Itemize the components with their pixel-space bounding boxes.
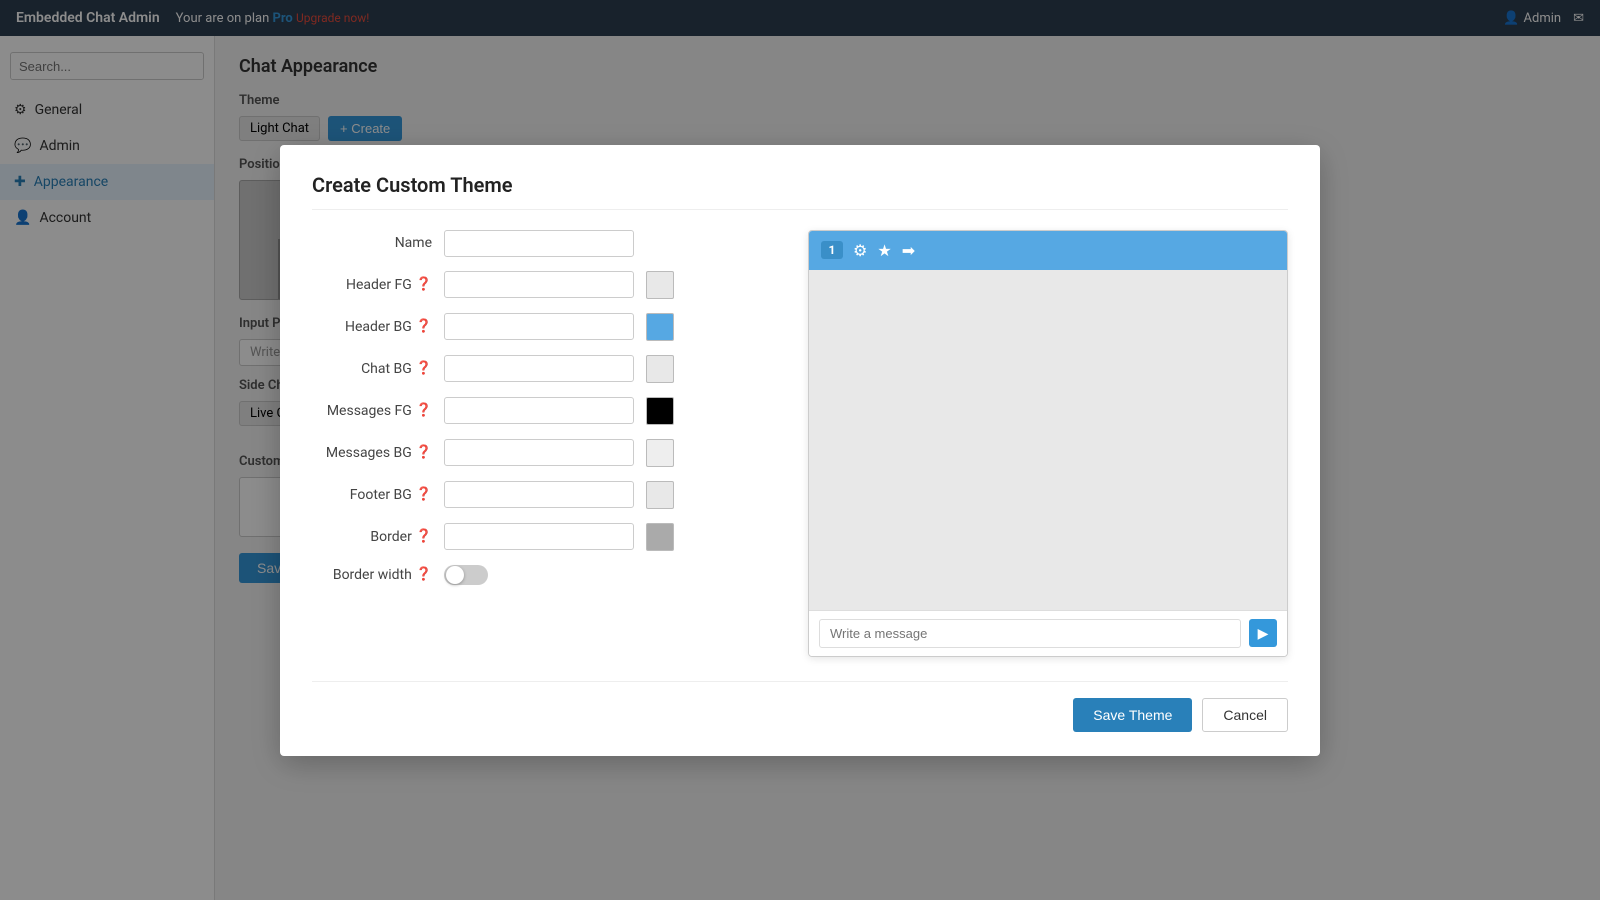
header-bg-help-icon[interactable]: ❓	[416, 319, 432, 334]
form-row-messages-fg: Messages FG ❓ #000000	[312, 397, 776, 425]
header-bg-input[interactable]: #56a8e3	[444, 313, 634, 340]
chat-bg-input[interactable]: #e8e8e8	[444, 355, 634, 382]
footer-bg-label: Footer BG ❓	[312, 487, 432, 503]
form-row-name: Name	[312, 230, 776, 257]
cancel-button[interactable]: Cancel	[1202, 698, 1288, 732]
toggle-thumb	[446, 566, 464, 584]
name-input[interactable]	[444, 230, 634, 257]
form-row-footer-bg: Footer BG ❓ #ffffff	[312, 481, 776, 509]
preview-send-button[interactable]: ▶	[1249, 619, 1277, 647]
modal-form: Name Header FG ❓ #ffffff Header	[312, 230, 776, 657]
export-icon[interactable]: ➡	[902, 241, 915, 260]
form-row-header-fg: Header FG ❓ #ffffff	[312, 271, 776, 299]
header-bg-swatch[interactable]	[646, 313, 674, 341]
border-swatch[interactable]	[646, 523, 674, 551]
modal-overlay: Create Custom Theme Name Header FG ❓	[0, 0, 1600, 900]
header-bg-label: Header BG ❓	[312, 319, 432, 335]
star-icon[interactable]: ★	[877, 241, 891, 260]
header-fg-input[interactable]: #ffffff	[444, 271, 634, 298]
preview-widget: 1 ⚙ ★ ➡ ▶	[808, 230, 1288, 657]
form-row-header-bg: Header BG ❓ #56a8e3	[312, 313, 776, 341]
modal-footer: Save Theme Cancel	[312, 681, 1288, 732]
messages-fg-help-icon[interactable]: ❓	[416, 403, 432, 418]
footer-bg-help-icon[interactable]: ❓	[416, 487, 432, 502]
create-theme-modal: Create Custom Theme Name Header FG ❓	[280, 145, 1320, 756]
form-row-border-width: Border width ❓	[312, 565, 776, 585]
border-label: Border ❓	[312, 529, 432, 545]
preview-badge: 1	[821, 241, 843, 259]
preview-message-input[interactable]	[819, 619, 1241, 648]
footer-bg-input[interactable]: #ffffff	[444, 481, 634, 508]
header-fg-help-icon[interactable]: ❓	[416, 277, 432, 292]
preview-widget-header: 1 ⚙ ★ ➡	[809, 231, 1287, 270]
modal-body: Name Header FG ❓ #ffffff Header	[312, 230, 1288, 657]
chat-bg-label: Chat BG ❓	[312, 361, 432, 377]
messages-bg-label: Messages BG ❓	[312, 445, 432, 461]
border-width-toggle[interactable]	[444, 565, 488, 585]
messages-bg-input[interactable]: #eeeeee	[444, 439, 634, 466]
border-input[interactable]: #aaaaaa	[444, 523, 634, 550]
form-row-chat-bg: Chat BG ❓ #e8e8e8	[312, 355, 776, 383]
preview-footer: ▶	[809, 610, 1287, 656]
messages-fg-swatch[interactable]	[646, 397, 674, 425]
messages-bg-swatch[interactable]	[646, 439, 674, 467]
messages-bg-help-icon[interactable]: ❓	[416, 445, 432, 460]
modal-title: Create Custom Theme	[312, 173, 1288, 210]
chat-bg-help-icon[interactable]: ❓	[416, 361, 432, 376]
modal-preview: 1 ⚙ ★ ➡ ▶	[808, 230, 1288, 657]
border-width-toggle-row	[444, 565, 500, 585]
chat-bg-swatch[interactable]	[646, 355, 674, 383]
border-help-icon[interactable]: ❓	[416, 529, 432, 544]
form-row-border: Border ❓ #aaaaaa	[312, 523, 776, 551]
border-width-label: Border width ❓	[312, 567, 432, 583]
header-fg-swatch[interactable]	[646, 271, 674, 299]
border-width-help-icon[interactable]: ❓	[416, 567, 432, 582]
form-row-messages-bg: Messages BG ❓ #eeeeee	[312, 439, 776, 467]
messages-fg-input[interactable]: #000000	[444, 397, 634, 424]
preview-messages-area	[809, 270, 1287, 610]
footer-bg-swatch[interactable]	[646, 481, 674, 509]
messages-fg-label: Messages FG ❓	[312, 403, 432, 419]
settings-icon[interactable]: ⚙	[853, 241, 867, 260]
name-label: Name	[312, 235, 432, 251]
header-fg-label: Header FG ❓	[312, 277, 432, 293]
save-theme-button[interactable]: Save Theme	[1073, 698, 1192, 732]
